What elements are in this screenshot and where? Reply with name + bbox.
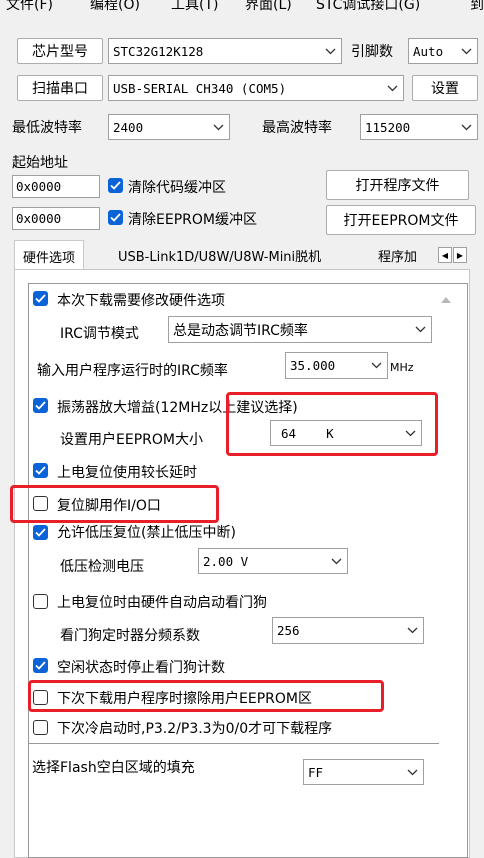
power-reset-delay-label: 上电复位使用较长延时 bbox=[57, 465, 197, 481]
irc-freq-value: 35.000 bbox=[290, 358, 336, 373]
tab-hardware-options[interactable]: 硬件选项 bbox=[14, 240, 85, 270]
pins-select[interactable]: Auto bbox=[408, 38, 478, 64]
irc-freq-select[interactable]: 35.000 bbox=[285, 352, 388, 379]
flash-fill-label: 选择Flash空白区域的填充 bbox=[32, 760, 195, 776]
irc-freq-unit: MHz bbox=[390, 361, 414, 374]
idle-stop-wdt-label: 空闲状态时停止看门狗计数 bbox=[57, 660, 225, 676]
cold-boot-label: 下次冷启动时,P3.2/P3.3为0/0才可下载程序 bbox=[57, 721, 333, 737]
chevron-down-icon bbox=[325, 549, 347, 573]
menu-interface[interactable]: 界面(L) bbox=[245, 0, 292, 14]
scroll-up-icon[interactable] bbox=[440, 292, 452, 308]
max-baud-value: 115200 bbox=[365, 119, 411, 135]
open-eeprom-button[interactable]: 打开EEPROM文件 bbox=[326, 205, 476, 235]
wdt-auto-checkbox[interactable] bbox=[33, 594, 48, 609]
osc-gain-checkbox[interactable] bbox=[33, 398, 48, 413]
lv-detect-select[interactable]: 2.00 V bbox=[198, 548, 348, 574]
menu-file[interactable]: 文件(F) bbox=[6, 0, 53, 14]
start-address-title: 起始地址 bbox=[12, 155, 68, 171]
highlight-reset-as-io bbox=[10, 485, 219, 523]
tab-scroll-right-icon[interactable]: ▶ bbox=[453, 247, 467, 263]
clear-eeprom-label: 清除EEPROM缓冲区 bbox=[128, 212, 257, 228]
irc-mode-label: IRC调节模式 bbox=[60, 326, 139, 342]
clear-code-label: 清除代码缓冲区 bbox=[128, 180, 226, 196]
flash-fill-select[interactable]: FF bbox=[303, 759, 424, 785]
chip-model-button[interactable]: 芯片型号 bbox=[17, 38, 103, 64]
flash-fill-value: FF bbox=[308, 764, 324, 780]
tab-usb-link[interactable]: USB-Link1D/U8W/U8W-Mini脱机 bbox=[118, 246, 321, 265]
tab-program-encrypt[interactable]: 程序加 bbox=[378, 246, 417, 265]
irc-mode-select[interactable]: 总是动态调节IRC频率 bbox=[168, 316, 432, 343]
chevron-down-icon bbox=[381, 76, 403, 100]
pins-label: 引脚数 bbox=[351, 44, 393, 60]
min-baud-value: 2400 bbox=[113, 119, 144, 135]
wdt-div-value: 256 bbox=[277, 623, 300, 638]
wdt-div-select[interactable]: 256 bbox=[272, 617, 424, 644]
menu-more[interactable]: 到 bbox=[470, 0, 484, 14]
chip-model-select[interactable]: STC32G12K128 bbox=[108, 38, 342, 64]
max-baud-label: 最高波特率 bbox=[262, 120, 332, 136]
low-voltage-reset-label: 允许低压复位(禁止低压中断) bbox=[57, 525, 236, 541]
idle-stop-wdt-checkbox[interactable] bbox=[33, 658, 48, 673]
highlight-erase-eeprom bbox=[28, 680, 384, 712]
wdt-div-label: 看门狗定时器分频系数 bbox=[60, 628, 200, 644]
chip-model-value: STC32G12K128 bbox=[113, 43, 204, 59]
eeprom-size-label: 设置用户EEPROM大小 bbox=[60, 432, 203, 448]
pins-value: Auto bbox=[413, 43, 444, 59]
tab-strip: 硬件选项 USB-Link1D/U8W/U8W-Mini脱机 程序加 bbox=[14, 240, 484, 270]
low-voltage-reset-checkbox[interactable] bbox=[33, 525, 48, 540]
highlight-eeprom-size bbox=[226, 392, 438, 456]
menu-stc-debug[interactable]: STC调试接口(G) bbox=[316, 0, 420, 14]
chevron-down-icon bbox=[401, 760, 423, 784]
chevron-down-icon bbox=[401, 618, 423, 643]
power-reset-delay-checkbox[interactable] bbox=[33, 463, 48, 478]
chevron-down-icon bbox=[319, 39, 341, 63]
wdt-auto-label: 上电复位时由硬件自动启动看门狗 bbox=[57, 595, 267, 611]
divider bbox=[29, 743, 439, 744]
chevron-down-icon bbox=[455, 115, 477, 139]
menu-program[interactable]: 编程(O) bbox=[90, 0, 140, 14]
lv-detect-value: 2.00 V bbox=[203, 553, 249, 569]
irc-freq-label: 输入用户程序运行时的IRC频率 bbox=[37, 363, 228, 379]
tab-scroll-left-icon[interactable]: ◀ bbox=[438, 247, 452, 263]
open-program-button[interactable]: 打开程序文件 bbox=[326, 170, 469, 200]
menu-bar: 文件(F) 编程(O) 工具(T) 界面(L) STC调试接口(G) 到 bbox=[0, 0, 484, 18]
min-baud-label: 最低波特率 bbox=[12, 120, 82, 136]
cold-boot-checkbox[interactable] bbox=[33, 720, 48, 735]
port-value: USB-SERIAL CH340 (COM5) bbox=[113, 80, 287, 96]
irc-mode-value: 总是动态调节IRC频率 bbox=[173, 322, 308, 339]
scan-port-button[interactable]: 扫描串口 bbox=[17, 75, 103, 101]
chevron-down-icon bbox=[409, 317, 431, 342]
port-select[interactable]: USB-SERIAL CH340 (COM5) bbox=[108, 75, 404, 101]
modify-hw-checkbox[interactable] bbox=[33, 291, 48, 306]
settings-button[interactable]: 设置 bbox=[412, 75, 478, 101]
menu-tools[interactable]: 工具(T) bbox=[171, 0, 218, 14]
modify-hw-label: 本次下载需要修改硬件选项 bbox=[57, 293, 225, 309]
clear-code-checkbox[interactable] bbox=[108, 178, 123, 193]
chevron-down-icon bbox=[455, 39, 477, 63]
chevron-down-icon bbox=[365, 353, 387, 378]
eeprom-address-input[interactable]: 0x0000 bbox=[12, 207, 100, 230]
min-baud-select[interactable]: 2400 bbox=[108, 114, 230, 140]
chevron-down-icon bbox=[207, 115, 229, 139]
clear-eeprom-checkbox[interactable] bbox=[108, 210, 123, 225]
lv-detect-label: 低压检测电压 bbox=[60, 559, 144, 575]
code-address-input[interactable]: 0x0000 bbox=[12, 175, 100, 198]
max-baud-select[interactable]: 115200 bbox=[360, 114, 478, 140]
